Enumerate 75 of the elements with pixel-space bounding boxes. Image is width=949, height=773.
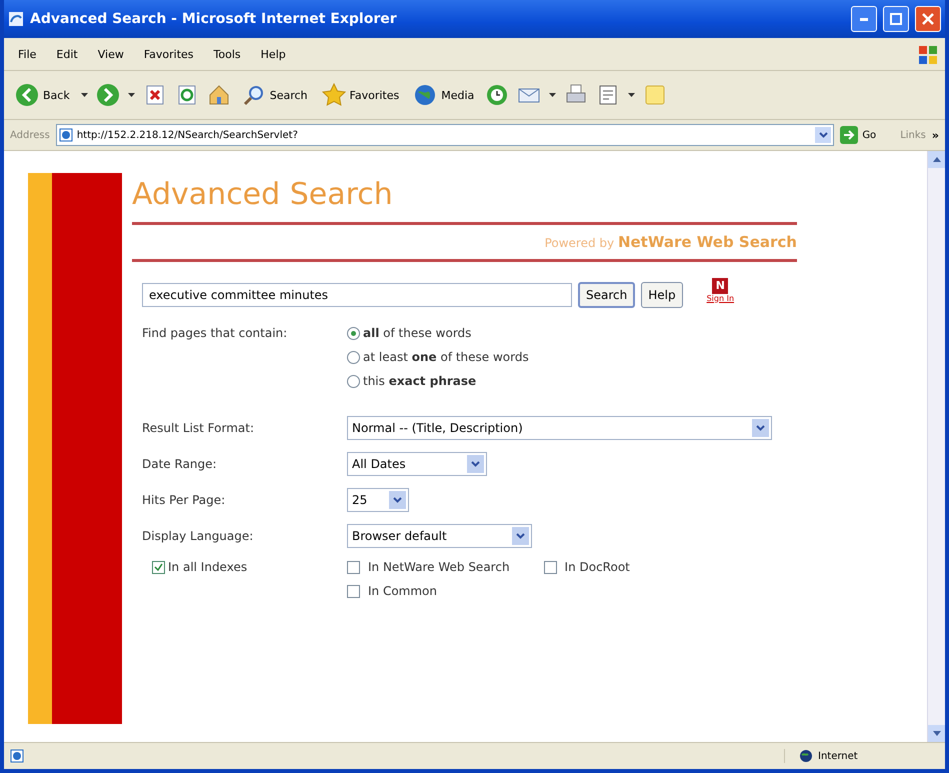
home-icon[interactable] [206, 83, 231, 107]
radio-option[interactable]: at least one of these words [347, 350, 797, 364]
chevron-down-icon [471, 461, 480, 467]
globe-icon[interactable] [413, 83, 438, 107]
search-button[interactable]: Search [238, 81, 311, 109]
media-button[interactable]: Media [410, 81, 478, 109]
radio-option[interactable]: all of these words [347, 326, 797, 340]
close-icon [922, 13, 934, 25]
go-button[interactable]: Go [840, 126, 876, 144]
globe-icon [799, 749, 813, 763]
address-field[interactable]: http://152.2.218.12/NSearch/SearchServlet? [56, 124, 834, 146]
search-icon[interactable] [242, 83, 266, 107]
chevron-down-icon [393, 497, 402, 503]
logo-badge: N [712, 278, 728, 294]
dropdown-select[interactable]: Browser default [347, 524, 532, 548]
maximize-icon [890, 13, 902, 25]
scroll-up-icon [932, 157, 940, 162]
scrollbar[interactable] [927, 151, 945, 742]
field-label: Find pages that contain: [142, 326, 288, 340]
powered-by-text: Powered by NetWare Web Search [544, 232, 797, 253]
radio-button[interactable] [347, 326, 360, 340]
caret-icon[interactable] [549, 93, 556, 97]
dropdown-select[interactable]: All Dates [347, 452, 487, 476]
star-icon[interactable] [322, 83, 346, 107]
dropdown-select[interactable]: Normal -- (Title, Description) [347, 416, 772, 440]
back-button[interactable]: Back [12, 81, 73, 109]
more-chevron[interactable]: » [932, 128, 939, 142]
minimize-button[interactable] [851, 6, 877, 32]
radio-button[interactable] [347, 350, 360, 364]
help-button[interactable]: Help [641, 282, 683, 308]
clock-icon[interactable] [485, 83, 510, 107]
caret-icon[interactable] [628, 93, 636, 97]
menu-item[interactable]: Help [252, 46, 294, 62]
minimize-icon [860, 18, 868, 20]
chevron-down-icon [756, 425, 765, 431]
field-label: Display Language: [142, 529, 254, 543]
caret-icon[interactable] [128, 93, 135, 97]
menu-item[interactable]: File [10, 46, 44, 62]
field-label: Hits Per Page: [142, 493, 226, 507]
checkbox[interactable] [152, 560, 165, 574]
checkbox[interactable] [544, 560, 557, 574]
search-field[interactable]: executive committee minutes [142, 283, 572, 307]
menu-item[interactable]: Edit [48, 46, 86, 62]
address-label: Address [10, 130, 50, 140]
windows-logo-icon [917, 43, 939, 65]
chevron-down-icon [818, 132, 828, 138]
checkbox[interactable] [347, 584, 360, 598]
page-icon [58, 128, 73, 142]
checkbox-option[interactable]: In DocRoot [544, 560, 630, 574]
browser-icon [8, 11, 24, 27]
radio-button[interactable] [347, 374, 360, 388]
checkbox[interactable] [347, 560, 360, 574]
zone-label: Internet [818, 750, 858, 762]
field-label: Date Range: [142, 457, 218, 471]
radio-option[interactable]: this exact phrase [347, 374, 797, 388]
close-button[interactable] [915, 6, 941, 32]
checkbox-option[interactable]: In Common [347, 584, 510, 598]
dropdown-select[interactable]: 25 [347, 488, 409, 512]
sign-in-link[interactable]: Sign In [706, 294, 734, 302]
menu-item[interactable]: Tools [206, 46, 249, 62]
scroll-down-icon [932, 731, 940, 736]
checkbox-option[interactable]: In NetWare Web Search [347, 560, 510, 574]
menu-item[interactable]: View [90, 46, 132, 62]
field-label: Result List Format: [142, 421, 256, 435]
menu-item[interactable]: Favorites [136, 46, 202, 62]
chevron-down-icon [516, 533, 525, 539]
page-heading: Advanced Search [132, 176, 394, 214]
search-button[interactable]: Search [578, 282, 636, 308]
page-icon [10, 749, 24, 763]
caret-icon[interactable] [80, 93, 88, 97]
window-title: Advanced Search - Microsoft Internet Explorer [30, 11, 398, 27]
checkbox-option[interactable]: In all Indexes [142, 560, 347, 574]
favorites-button[interactable]: Favorites [318, 81, 402, 109]
maximize-button[interactable] [883, 6, 909, 32]
address-url: http://152.2.218.12/NSearch/SearchServlet? [76, 130, 299, 140]
